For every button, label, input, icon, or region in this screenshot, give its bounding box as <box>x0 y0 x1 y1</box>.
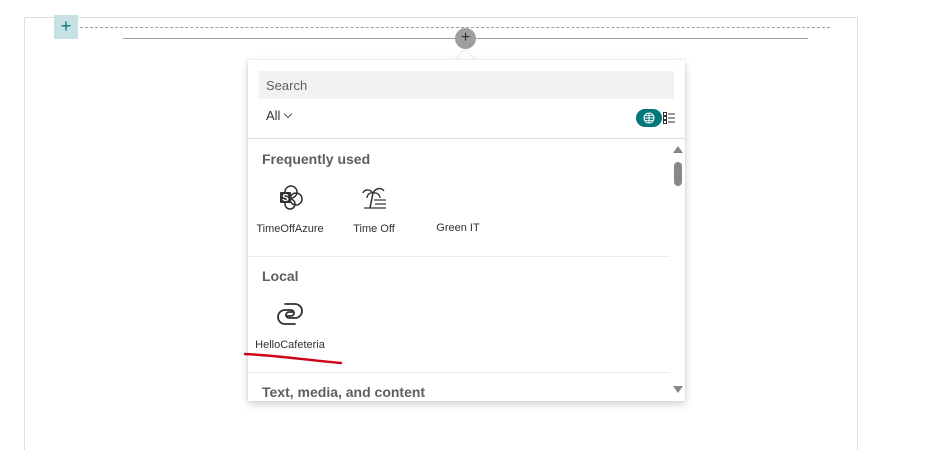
grid-view-button[interactable] <box>636 109 662 127</box>
group-title-text-media-content: Text, media, and content <box>262 384 426 400</box>
scroll-down-arrow-icon[interactable] <box>673 386 683 393</box>
list-view-button[interactable] <box>663 111 675 129</box>
group-title-local: Local <box>262 268 299 284</box>
webpart-label: TimeOffAzure <box>256 223 324 235</box>
plus-icon: + <box>60 16 72 36</box>
chevron-down-icon <box>284 109 293 119</box>
scroll-thumb[interactable] <box>674 162 682 186</box>
webpart-tile-timeoffazure[interactable]: S TimeOffAzure <box>255 181 325 235</box>
list-view-icon <box>663 112 675 124</box>
svg-text:S: S <box>282 193 289 204</box>
add-webpart-button[interactable]: + <box>455 28 476 49</box>
power-apps-icon <box>277 303 303 325</box>
scroll-up-arrow-icon[interactable] <box>673 146 683 153</box>
add-section-button[interactable]: + <box>54 15 78 39</box>
group-title-frequently-used: Frequently used <box>262 151 371 167</box>
webpart-label: Time Off <box>353 223 395 235</box>
scrollbar[interactable] <box>671 140 685 400</box>
webpart-tile-time-off[interactable]: Time Off <box>339 181 409 235</box>
category-filter-dropdown[interactable]: All <box>266 108 293 123</box>
sharepoint-icon: S <box>280 185 303 210</box>
webpart-label: Green IT <box>436 222 480 234</box>
beach-palm-icon <box>362 187 386 209</box>
filter-label: All <box>266 108 281 123</box>
grid-view-icon <box>643 112 655 124</box>
group-separator <box>248 372 670 373</box>
blank-icon <box>423 181 493 215</box>
webpart-tile-hellocafeteria[interactable]: HelloCafeteria <box>255 297 325 351</box>
red-underline-annotation <box>244 352 343 365</box>
section-divider <box>80 27 830 28</box>
plus-icon: + <box>460 29 471 46</box>
search-input[interactable] <box>259 71 674 99</box>
webpart-tile-green-it[interactable]: Green IT <box>423 181 493 234</box>
group-separator <box>248 256 670 257</box>
